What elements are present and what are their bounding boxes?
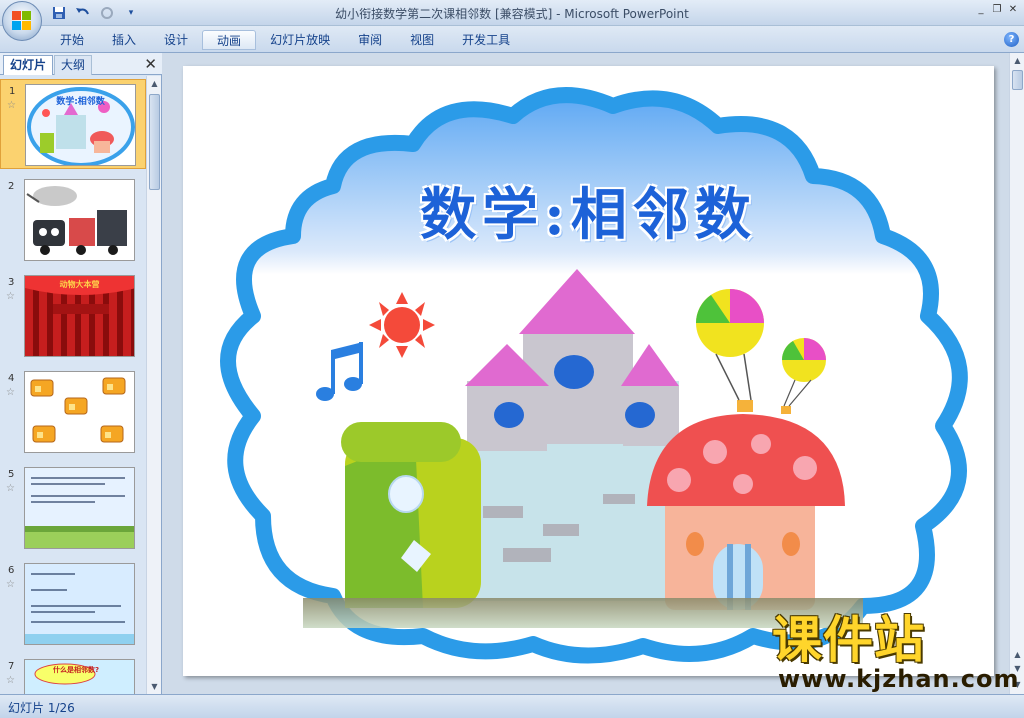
tab-review[interactable]: 审阅 [344,30,396,50]
window-title: 幼小衔接数学第二次课相邻数 [兼容模式] - Microsoft PowerPo… [335,7,689,21]
thumbnail-number: 2 [8,181,15,192]
slide-counter: 幻灯片 1/26 [8,701,75,715]
ribbon: 开始 插入 设计 动画 幻灯片放映 审阅 视图 开发工具 ? [0,26,1024,53]
office-button[interactable] [2,1,42,41]
slide-artwork [220,87,968,664]
thumbnail-row[interactable]: 3 ☆ 动物大本营 [0,271,146,361]
slide-title[interactable]: 数学:相邻数 [183,170,994,251]
thumbnail-title: 动物大本营 [59,280,100,289]
title-bar: ▾ 幼小衔接数学第二次课相邻数 [兼容模式] - Microsoft Power… [0,0,1024,41]
green-house [341,422,481,608]
thumbnail-row[interactable]: 4 ☆ [0,367,146,457]
tab-outline[interactable]: 大纲 [54,55,93,75]
tab-slides[interactable]: 幻灯片 [3,55,54,75]
animation-star-icon: ☆ [6,579,15,590]
window-controls: _ ❐ ✕ [974,3,1020,17]
thumbnail-slide-4[interactable] [24,371,135,453]
scroll-down-icon[interactable]: ▼ [147,679,162,694]
tab-animations[interactable]: 动画 [202,30,257,50]
watermark-url: www.kjzhan.com [778,665,1020,693]
status-bar: 幻灯片 1/26 [0,694,1024,718]
tab-developer[interactable]: 开发工具 [448,30,524,50]
watermark-brand: 课件站 [772,611,925,669]
animation-star-icon: ☆ [6,291,15,302]
tab-design[interactable]: 设计 [150,30,202,50]
thumbnail-slide-6[interactable] [24,563,135,645]
animation-star-icon: ☆ [6,483,15,494]
thumbnail-list: 1 ☆ 数学:相邻数 2 3 ☆ 动物大本营 4 ☆ 5 ☆ 6 ☆ 7 ☆ 什… [0,76,146,694]
tab-insert[interactable]: 插入 [98,30,150,50]
close-panel-icon[interactable]: ✕ [144,55,157,73]
tab-home[interactable]: 开始 [46,30,98,50]
scrollbar-thumb[interactable] [149,94,160,190]
help-icon[interactable]: ? [1004,32,1019,47]
thumbnail-row[interactable]: 7 ☆ 什么是相邻数? [0,655,146,694]
thumbnail-number: 1 [9,86,16,97]
thumbnail-slide-2[interactable] [24,179,135,261]
scroll-up-icon[interactable]: ▲ [147,76,162,91]
tab-slideshow[interactable]: 幻灯片放映 [256,30,344,50]
thumbnail-number: 6 [8,565,15,576]
thumbnail-scrollbar[interactable]: ▲ ▼ [146,76,161,694]
thumbnail-title: 数学:相邻数 [56,97,105,107]
current-slide[interactable]: 数学:相邻数 [183,66,994,676]
thumbnail-number: 5 [8,469,15,480]
thumbnail-row[interactable]: 1 ☆ 数学:相邻数 [0,79,146,169]
watermark-logo: 课件站 www.kjzhan.com [772,611,1018,694]
scroll-up-icon[interactable]: ▲ [1010,647,1024,662]
animation-star-icon: ☆ [7,100,16,111]
office-button-icon [12,11,32,31]
thumbnail-row[interactable]: 2 [0,175,146,265]
slide-editing-area: 数学:相邻数 [163,53,1009,694]
animation-star-icon: ☆ [6,675,15,686]
scroll-up-icon[interactable]: ▲ [1010,53,1024,68]
thumbnail-number: 3 [8,277,15,288]
minimize-icon[interactable]: _ [974,3,988,17]
restore-icon[interactable]: ❐ [990,3,1004,17]
slide-scrollbar[interactable]: ▲ ▲ ▼ ▼ [1009,53,1024,694]
thumbnail-slide-5[interactable] [24,467,135,549]
thumbnail-row[interactable]: 6 ☆ [0,559,146,649]
thumbnail-row[interactable]: 5 ☆ [0,463,146,553]
tab-view[interactable]: 视图 [396,30,448,50]
thumbnail-number: 7 [8,661,15,672]
animation-star-icon: ☆ [6,387,15,398]
scrollbar-thumb[interactable] [1012,70,1023,90]
thumbnail-number: 4 [8,373,15,384]
close-icon[interactable]: ✕ [1006,3,1020,17]
ribbon-tabs: 开始 插入 设计 动画 幻灯片放映 审阅 视图 开发工具 [46,30,524,50]
thumbnail-title: 什么是相邻数? [52,666,100,674]
slides-panel: 幻灯片 大纲 ✕ 1 ☆ 数学:相邻数 2 3 ☆ 动物大本营 4 ☆ 5 ☆ … [0,53,162,694]
panel-tabs: 幻灯片 大纲 ✕ [0,53,162,75]
